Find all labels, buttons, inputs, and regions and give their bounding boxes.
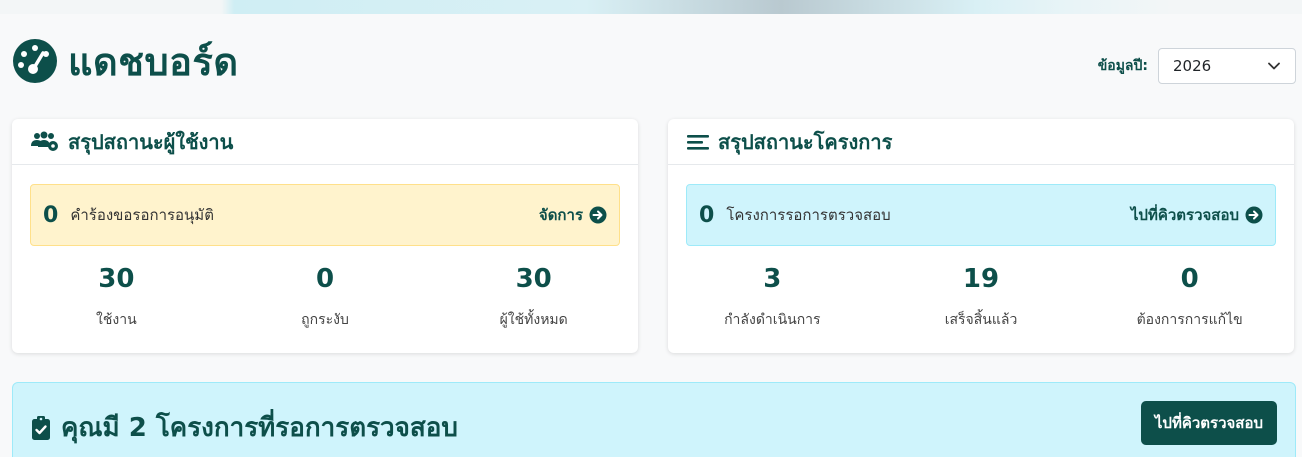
year-label: ข้อมูลปี: — [1097, 58, 1148, 74]
stat-active-users: 30 ใช้งาน — [12, 259, 221, 331]
project-summary-header: สรุปสถานะโครงการ — [668, 119, 1294, 165]
dashboard-gauge-icon — [13, 39, 57, 83]
page-title: แดชบอร์ด — [68, 39, 239, 84]
stat-label: ถูกระงับ — [301, 312, 349, 328]
go-to-review-queue-label: ไปที่คิวตรวจสอบ — [1130, 206, 1239, 224]
clipboard-check-icon — [32, 415, 50, 440]
user-summary-title: สรุปสถานะผู้ใช้งาน — [68, 129, 234, 154]
arrow-circle-right-icon — [589, 206, 607, 224]
stat-needs-revision: 0 ต้องการการแก้ไข — [1085, 259, 1294, 331]
top-decorative-strip — [0, 0, 1302, 14]
user-summary-header: สรุปสถานะผู้ใช้งาน — [12, 119, 638, 165]
stat-total-users: 30 ผู้ใช้ทั้งหมด — [429, 259, 638, 331]
pending-requests-count: 0 — [43, 202, 59, 228]
stat-value: 0 — [315, 264, 335, 294]
stat-value: 30 — [515, 264, 552, 294]
stat-value: 19 — [962, 264, 1000, 294]
pending-review-count: 0 — [699, 202, 715, 228]
manage-requests-label: จัดการ — [538, 206, 583, 224]
pending-review-banner: คุณมี 2 โครงการที่รอการตรวจสอบ ไปที่คิวต… — [12, 382, 1296, 457]
project-summary-title: สรุปสถานะโครงการ — [718, 129, 893, 154]
title-group: แดชบอร์ด — [12, 31, 239, 92]
year-select[interactable]: 2026 — [1158, 48, 1296, 84]
year-select-value: 2026 — [1173, 57, 1212, 75]
user-stats: 30 ใช้งาน 0 ถูกระงับ 30 ผู้ใช้ทั้งหมด — [12, 259, 638, 331]
banner-message: คุณมี 2 โครงการที่รอการตรวจสอบ — [31, 407, 458, 448]
list-icon — [687, 134, 709, 150]
stat-label: ต้องการการแก้ไข — [1136, 312, 1243, 328]
go-to-review-queue-link[interactable]: ไปที่คิวตรวจสอบ — [1131, 203, 1263, 227]
go-to-review-queue-button[interactable]: ไปที่คิวตรวจสอบ — [1140, 401, 1277, 445]
stat-label: เสร็จสิ้นแล้ว — [944, 312, 1018, 328]
pending-review-text: โครงการรอการตรวจสอบ — [726, 206, 891, 224]
chevron-down-icon — [1268, 62, 1280, 70]
year-filter: ข้อมูลปี: 2026 — [1098, 48, 1296, 84]
stat-value: 3 — [763, 264, 782, 294]
stat-label: ผู้ใช้ทั้งหมด — [499, 312, 568, 328]
pending-review-alert: 0 โครงการรอการตรวจสอบ ไปที่คิวตรวจสอบ — [686, 184, 1276, 246]
stat-completed: 19 เสร็จสิ้นแล้ว — [877, 259, 1086, 331]
users-cog-icon — [31, 131, 58, 151]
stat-label: ใช้งาน — [96, 312, 137, 328]
page-header: แดชบอร์ด ข้อมูลปี: 2026 — [12, 34, 1296, 88]
arrow-circle-right-icon — [1245, 206, 1263, 224]
user-summary-card: สรุปสถานะผู้ใช้งาน 0 คำร้องขอรอการอนุมัต… — [12, 119, 638, 353]
pending-requests-text: คำร้องขอรอการอนุมัติ — [70, 206, 214, 224]
project-summary-card: สรุปสถานะโครงการ 0 โครงการรอการตรวจสอบ ไ… — [668, 119, 1294, 353]
stat-in-progress: 3 กำลังดำเนินการ — [668, 259, 877, 331]
banner-text: คุณมี 2 โครงการที่รอการตรวจสอบ — [61, 413, 458, 443]
manage-requests-link[interactable]: จัดการ — [539, 203, 607, 227]
stat-value: 30 — [98, 264, 135, 294]
stat-label: กำลังดำเนินการ — [724, 312, 821, 328]
project-stats: 3 กำลังดำเนินการ 19 เสร็จสิ้นแล้ว 0 ต้อง… — [668, 259, 1294, 331]
stat-suspended-users: 0 ถูกระงับ — [221, 259, 430, 331]
pending-requests-alert: 0 คำร้องขอรอการอนุมัติ จัดการ — [30, 184, 620, 246]
stat-value: 0 — [1180, 264, 1199, 294]
